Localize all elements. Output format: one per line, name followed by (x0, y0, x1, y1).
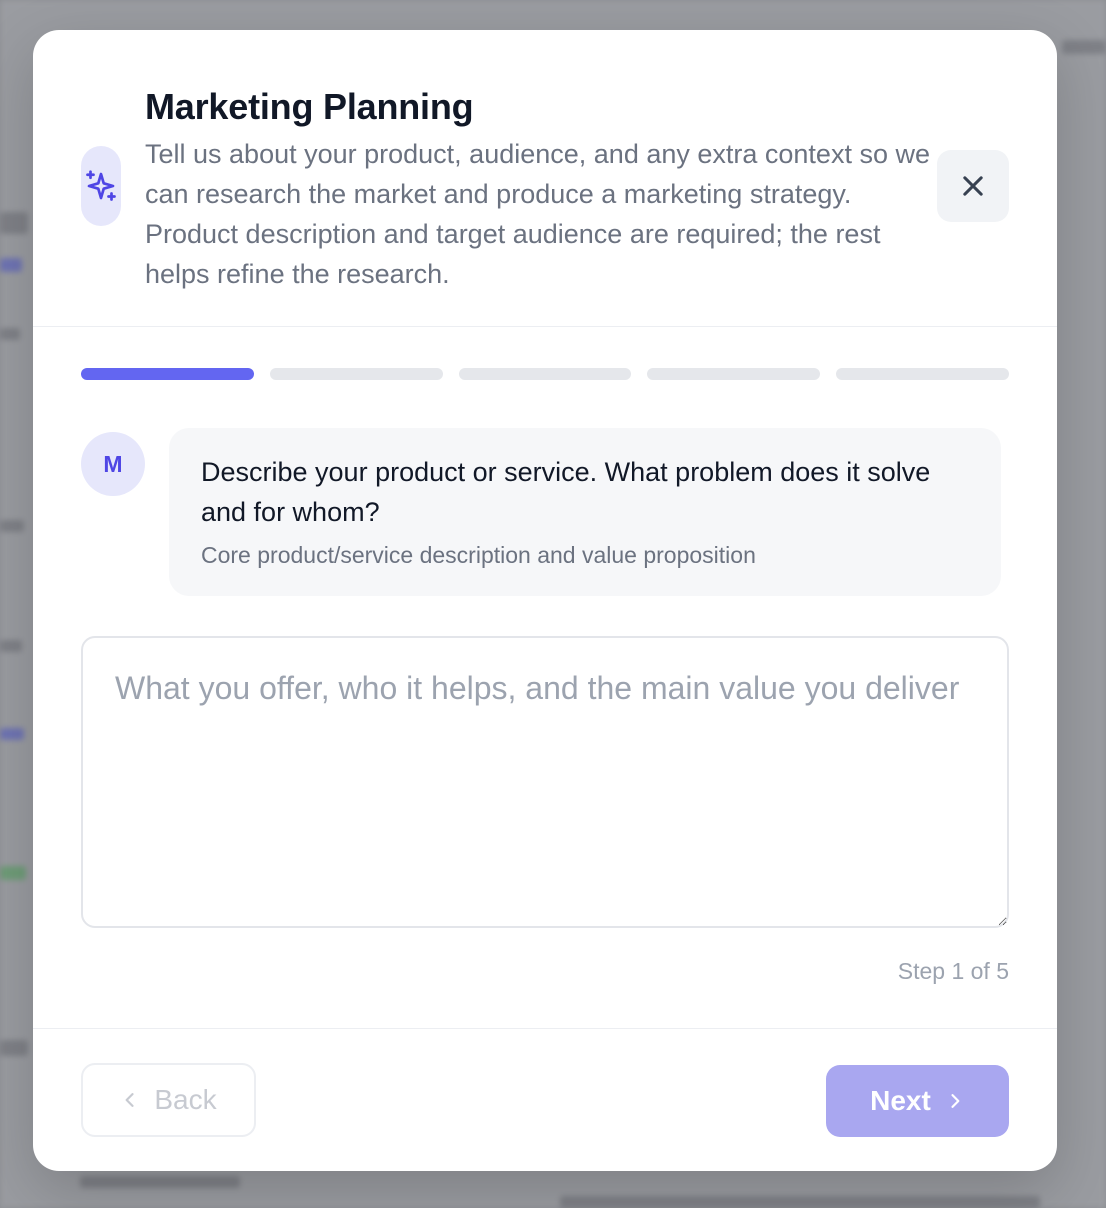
background-text (1062, 40, 1106, 54)
step-indicator: Step 1 of 5 (897, 958, 1009, 984)
sparkles-icon (86, 170, 116, 201)
chevron-left-icon (125, 1093, 134, 1107)
avatar: M (81, 432, 145, 496)
marketing-planning-dialog: Marketing Planning Tell us about your pr… (33, 30, 1057, 1171)
dialog-header: Marketing Planning Tell us about your pr… (33, 30, 1057, 327)
background-link (0, 258, 22, 272)
back-button[interactable]: Back (81, 1063, 256, 1137)
next-button-label: Next (870, 1085, 931, 1116)
progress-segment-5 (836, 368, 1009, 380)
question-bubble: Describe your product or service. What p… (169, 428, 1001, 596)
close-button[interactable] (937, 150, 1009, 222)
background-link (0, 728, 24, 740)
background-text (80, 1176, 240, 1188)
background-badge (0, 866, 26, 880)
background-text (0, 212, 28, 234)
dialog-subtitle: Tell us about your product, audience, an… (145, 139, 930, 289)
background-text (0, 328, 20, 340)
close-icon (963, 176, 983, 196)
answer-textarea[interactable] (81, 636, 1009, 928)
back-button-label: Back (154, 1084, 217, 1115)
dialog-footer: Back Next (33, 1028, 1057, 1171)
progress-segment-2 (269, 368, 443, 380)
question-hint: Core product/service description and val… (201, 542, 756, 568)
question-text: Describe your product or service. What p… (201, 457, 931, 527)
background-text (0, 520, 24, 532)
progress-segment-3 (458, 368, 632, 380)
step-progress-bar (81, 368, 1009, 380)
progress-segment-1 (81, 368, 254, 380)
background-text (0, 640, 22, 652)
next-button[interactable]: Next (826, 1065, 1009, 1137)
background-text (560, 1196, 1040, 1208)
background-text (0, 1040, 28, 1056)
progress-segment-4 (647, 368, 821, 380)
chevron-right-icon (951, 1094, 960, 1108)
header-badge (81, 146, 121, 226)
dialog-title: Marketing Planning (145, 86, 474, 127)
